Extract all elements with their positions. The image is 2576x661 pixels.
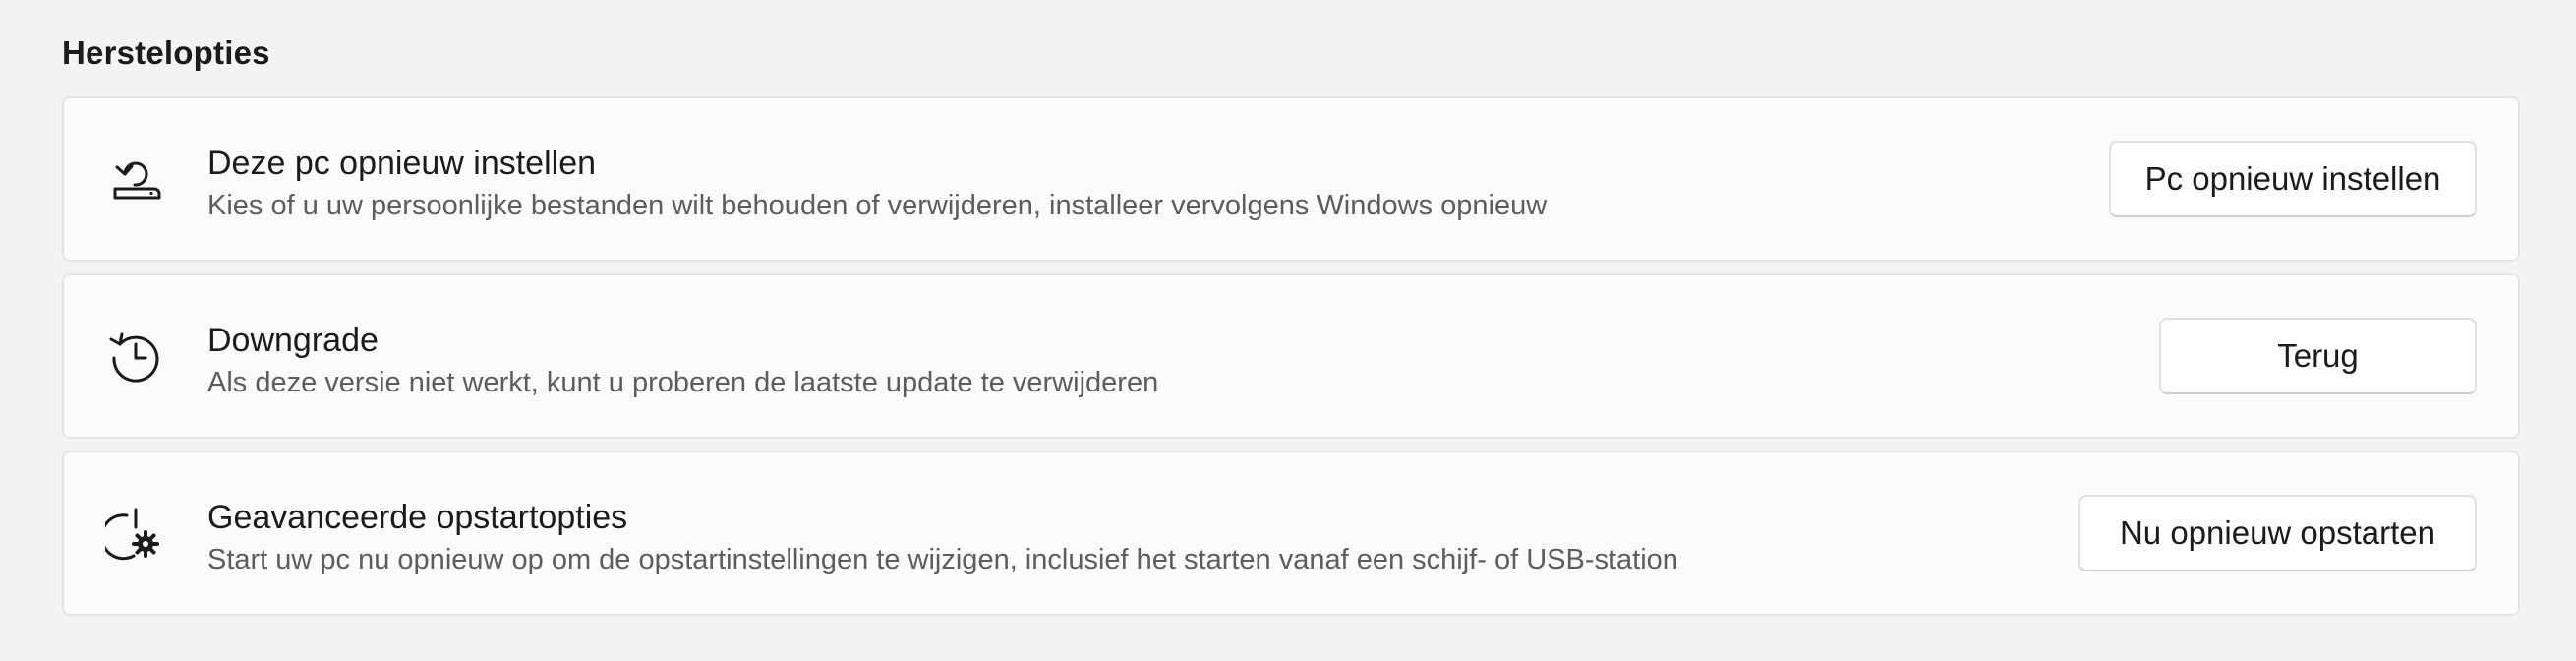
advanced-startup-icon <box>105 503 166 564</box>
option-description: Als deze versie niet werkt, kunt u probe… <box>207 367 1159 398</box>
history-icon <box>105 326 166 387</box>
option-title: Deze pc opnieuw instellen <box>207 145 597 182</box>
recovery-option-downgrade: Downgrade Als deze versie niet werkt, ku… <box>62 273 2520 439</box>
recovery-option-advanced-startup: Geavanceerde opstartopties Start uw pc n… <box>62 451 2520 616</box>
option-description: Start uw pc nu opnieuw op om de opstarti… <box>207 544 1678 575</box>
reset-pc-icon <box>105 149 166 210</box>
reset-pc-button[interactable]: Pc opnieuw instellen <box>2109 141 2477 217</box>
section-title: Herstelopties <box>62 34 270 71</box>
go-back-button[interactable]: Terug <box>2159 318 2477 394</box>
restart-now-button[interactable]: Nu opnieuw opstarten <box>2078 495 2477 571</box>
option-description: Kies of u uw persoonlijke bestanden wilt… <box>207 190 1548 221</box>
option-title: Downgrade <box>207 322 379 359</box>
recovery-option-reset-pc: Deze pc opnieuw instellen Kies of u uw p… <box>62 96 2520 262</box>
option-title: Geavanceerde opstartopties <box>207 499 628 536</box>
